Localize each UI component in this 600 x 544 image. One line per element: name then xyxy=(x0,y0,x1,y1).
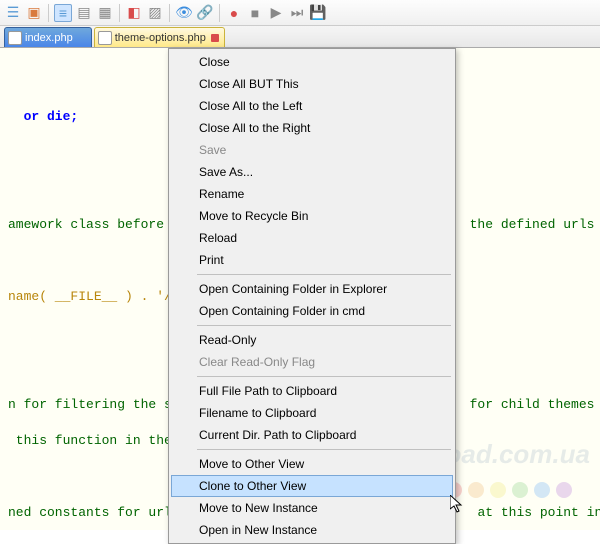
unsaved-indicator-icon xyxy=(210,33,220,43)
menu-separator xyxy=(197,376,451,377)
code-text: name( __FILE__ ) . '/ xyxy=(8,289,172,304)
tab-theme-options-php[interactable]: theme-options.php xyxy=(94,27,225,47)
menu-item-move-to-other-view[interactable]: Move to Other View xyxy=(171,453,453,475)
toolbar-icon-2[interactable]: ▣ xyxy=(25,4,43,22)
menu-separator xyxy=(197,274,451,275)
menu-item-print[interactable]: Print xyxy=(171,249,453,271)
toolbar-stop-icon[interactable]: ■ xyxy=(246,4,264,22)
menu-item-move-to-new-instance[interactable]: Move to New Instance xyxy=(171,497,453,519)
toolbar-eye-icon[interactable]: 👁 xyxy=(175,4,193,22)
menu-separator xyxy=(197,325,451,326)
code-text: or die; xyxy=(8,109,78,124)
toolbar-play-icon[interactable]: ▶ xyxy=(267,4,285,22)
menu-item-close-all-but-this[interactable]: Close All BUT This xyxy=(171,73,453,95)
code-text: the defined urls and di xyxy=(462,217,600,232)
toolbar-save-icon[interactable]: 💾 xyxy=(309,4,327,22)
menu-item-open-containing-folder-in-cmd[interactable]: Open Containing Folder in cmd xyxy=(171,300,453,322)
menu-item-save-as[interactable]: Save As... xyxy=(171,161,453,183)
menu-item-open-in-new-instance[interactable]: Open in New Instance xyxy=(171,519,453,541)
menu-item-close-all-to-the-right[interactable]: Close All to the Right xyxy=(171,117,453,139)
tab-bar: index.php theme-options.php xyxy=(0,26,600,48)
toolbar-ff-icon[interactable]: ⏭ xyxy=(288,4,306,22)
menu-item-reload[interactable]: Reload xyxy=(171,227,453,249)
menu-item-save: Save xyxy=(171,139,453,161)
tab-label: theme-options.php xyxy=(115,32,206,44)
toolbar-icon-6[interactable]: ◧ xyxy=(125,4,143,22)
menu-item-move-to-recycle-bin[interactable]: Move to Recycle Bin xyxy=(171,205,453,227)
menu-item-full-file-path-to-clipboard[interactable]: Full File Path to Clipboard xyxy=(171,380,453,402)
toolbar-link-icon[interactable]: 🔗 xyxy=(196,4,214,22)
code-text: amework class before xyxy=(8,217,172,232)
menu-item-filename-to-clipboard[interactable]: Filename to Clipboard xyxy=(171,402,453,424)
toolbar-icon-4[interactable]: ▤ xyxy=(75,4,93,22)
code-text: n for filtering the s xyxy=(8,397,172,412)
file-icon xyxy=(98,31,112,45)
menu-item-read-only[interactable]: Read-Only xyxy=(171,329,453,351)
toolbar-wrap-icon[interactable]: ≡ xyxy=(54,4,72,22)
code-text: ned constants for url xyxy=(8,505,180,520)
toolbar: ☰ ▣ ≡ ▤ ▦ ◧ ▨ 👁 🔗 ● ■ ▶ ⏭ 💾 xyxy=(0,0,600,26)
toolbar-record-icon[interactable]: ● xyxy=(225,4,243,22)
menu-item-rename[interactable]: Rename xyxy=(171,183,453,205)
file-icon xyxy=(8,31,22,45)
code-text: at this point in a chil xyxy=(470,505,600,520)
tab-index-php[interactable]: index.php xyxy=(4,27,92,47)
tab-context-menu: CloseClose All BUT ThisClose All to the … xyxy=(168,48,456,544)
menu-item-open-containing-folder-in-explorer[interactable]: Open Containing Folder in Explorer xyxy=(171,278,453,300)
menu-separator xyxy=(197,449,451,450)
code-text: for child themes to ov xyxy=(462,397,600,412)
menu-item-close-all-to-the-left[interactable]: Close All to the Left xyxy=(171,95,453,117)
tab-label: index.php xyxy=(25,32,73,44)
menu-item-clone-to-other-view[interactable]: Clone to Other View xyxy=(171,475,453,497)
toolbar-icon-5[interactable]: ▦ xyxy=(96,4,114,22)
menu-item-clear-read-only-flag: Clear Read-Only Flag xyxy=(171,351,453,373)
toolbar-icon-1[interactable]: ☰ xyxy=(4,4,22,22)
menu-item-current-dir-path-to-clipboard[interactable]: Current Dir. Path to Clipboard xyxy=(171,424,453,446)
code-text: this function in the xyxy=(8,433,180,448)
menu-item-close[interactable]: Close xyxy=(171,51,453,73)
toolbar-icon-7[interactable]: ▨ xyxy=(146,4,164,22)
